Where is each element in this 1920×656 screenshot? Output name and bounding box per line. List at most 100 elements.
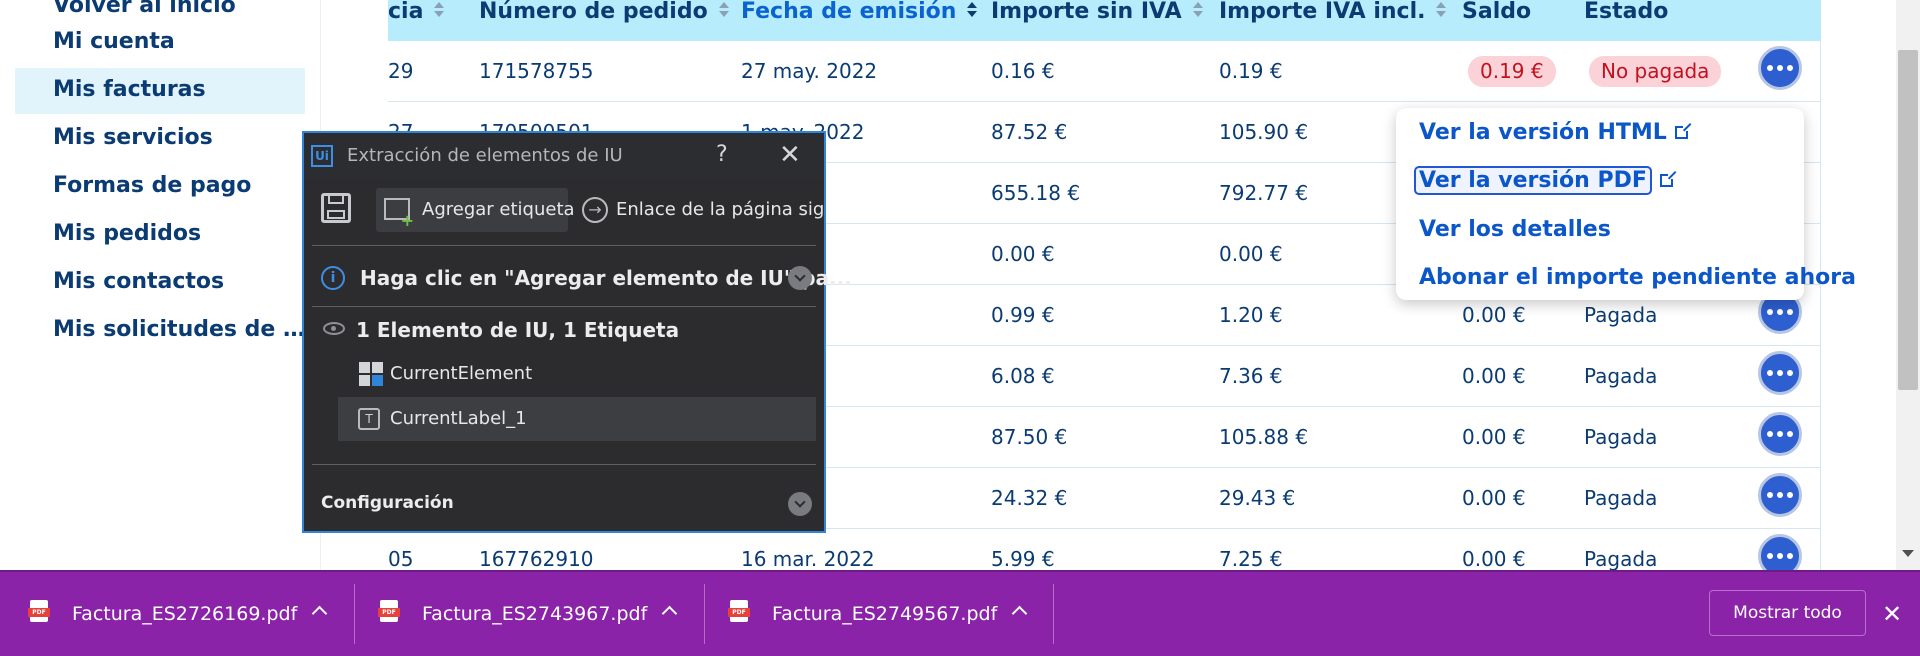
panel-toolbar: Agregar etiqueta → Enlace de la página s… bbox=[304, 179, 824, 241]
cell-amount-excl-vat: 655.18 € bbox=[991, 181, 1081, 205]
cell-reference: 05 bbox=[388, 547, 414, 570]
chevron-up-icon[interactable] bbox=[661, 605, 678, 622]
tree-item-current-label[interactable]: T CurrentLabel_1 bbox=[338, 397, 816, 441]
add-label-icon bbox=[384, 198, 414, 230]
table-row: 05 167762910 16 mar. 2022 5.99 € 7.25 € … bbox=[388, 529, 1821, 570]
row-actions-button[interactable] bbox=[1758, 473, 1802, 517]
cell-amount-incl-vat: 792.77 € bbox=[1219, 181, 1309, 205]
add-label-button[interactable]: Agregar etiqueta bbox=[376, 188, 575, 232]
cell-status: Pagada bbox=[1584, 364, 1658, 388]
external-link-icon bbox=[1659, 171, 1676, 187]
ui-extraction-panel: Ui Extracción de elementos de IU ? ✕ Agr… bbox=[302, 131, 852, 533]
cell-amount-incl-vat: 1.20 € bbox=[1219, 303, 1283, 327]
chevron-down-icon[interactable] bbox=[788, 492, 812, 516]
save-icon[interactable] bbox=[321, 193, 351, 223]
cell-status: Pagada bbox=[1584, 486, 1658, 510]
column-header-issue-date-label: Fecha de emisión bbox=[741, 0, 957, 24]
more-icon bbox=[1767, 65, 1793, 71]
column-header-order-number[interactable]: Número de pedido bbox=[479, 0, 730, 41]
column-header-issue-date[interactable]: Fecha de emisión bbox=[741, 0, 978, 41]
external-link-icon bbox=[1674, 123, 1691, 139]
balance-badge: 0.19 € bbox=[1468, 56, 1556, 87]
cell-balance: 0.00 € bbox=[1462, 364, 1526, 388]
elements-summary: 1 Elemento de IU, 1 Etiqueta bbox=[356, 318, 680, 342]
row-actions-button[interactable] bbox=[1758, 46, 1802, 90]
table-row: 29 171578755 27 may. 2022 0.16 € 0.19 € … bbox=[388, 41, 1821, 102]
more-icon bbox=[1767, 370, 1793, 376]
cell-issue-date: 27 may. 2022 bbox=[741, 59, 878, 83]
cell-balance: 0.00 € bbox=[1462, 547, 1526, 570]
sidebar-item-my-account[interactable]: Mi cuenta bbox=[15, 20, 305, 66]
sort-icon bbox=[433, 0, 445, 20]
cell-amount-excl-vat: 87.50 € bbox=[991, 425, 1068, 449]
help-icon[interactable]: ? bbox=[716, 133, 728, 177]
panel-title: Extracción de elementos de IU bbox=[347, 145, 623, 166]
download-filename: Factura_ES2749567.pdf bbox=[772, 603, 998, 625]
eye-icon[interactable] bbox=[323, 322, 345, 335]
menu-item-view-pdf[interactable]: Ver la versión PDF bbox=[1414, 163, 1676, 199]
cell-amount-excl-vat: 87.52 € bbox=[991, 120, 1068, 144]
sort-icon bbox=[1435, 0, 1447, 20]
next-page-link-button[interactable]: Enlace de la página siguiente bbox=[616, 188, 824, 232]
cell-amount-excl-vat: 24.32 € bbox=[991, 486, 1068, 510]
sidebar: Volver al inicio Mi cuenta Mis facturas … bbox=[0, 0, 321, 570]
cell-order-number: 171578755 bbox=[479, 59, 594, 83]
next-page-link-icon[interactable]: → bbox=[582, 197, 608, 223]
download-item[interactable]: PDF Factura_ES2726169.pdf bbox=[0, 572, 338, 656]
column-header-amount-incl-vat[interactable]: Importe IVA incl. bbox=[1219, 0, 1447, 41]
sidebar-item-my-invoices[interactable]: Mis facturas bbox=[15, 68, 305, 114]
cell-order-number: 167762910 bbox=[479, 547, 594, 570]
download-item[interactable]: PDF Factura_ES2749567.pdf bbox=[700, 572, 1038, 656]
cell-amount-excl-vat: 6.08 € bbox=[991, 364, 1055, 388]
cell-amount-excl-vat: 0.16 € bbox=[991, 59, 1055, 83]
show-all-button[interactable]: Mostrar todo bbox=[1709, 590, 1866, 636]
more-icon bbox=[1767, 492, 1793, 498]
sidebar-item-my-orders[interactable]: Mis pedidos bbox=[15, 212, 305, 258]
more-icon bbox=[1767, 431, 1793, 437]
sidebar-item-payment-methods[interactable]: Formas de pago bbox=[15, 164, 305, 210]
row-actions-menu: Ver la versión HTML Ver la versión PDF V… bbox=[1396, 108, 1856, 300]
table-header: cia Número de pedido Fecha de emisión Im… bbox=[388, 0, 1821, 41]
tree-item-current-element[interactable]: CurrentElement bbox=[338, 352, 816, 396]
column-header-reference-label: cia bbox=[388, 0, 424, 24]
cell-amount-incl-vat: 0.00 € bbox=[1219, 242, 1283, 266]
chevron-up-icon[interactable] bbox=[1011, 605, 1028, 622]
row-actions-button[interactable] bbox=[1758, 412, 1802, 456]
scrollbar-thumb[interactable] bbox=[1898, 50, 1918, 390]
menu-item-view-html-label: Ver la versión HTML bbox=[1419, 120, 1667, 145]
sidebar-item-support-requests[interactable]: Mis solicitudes de asi… bbox=[15, 308, 305, 354]
uipath-logo-icon: Ui bbox=[311, 145, 333, 167]
sort-icon bbox=[718, 0, 730, 20]
menu-item-view-details[interactable]: Ver los detalles bbox=[1419, 212, 1611, 248]
cell-amount-excl-vat: 5.99 € bbox=[991, 547, 1055, 570]
cell-status: Pagada bbox=[1584, 425, 1658, 449]
cell-amount-excl-vat: 0.99 € bbox=[991, 303, 1055, 327]
cell-balance: 0.00 € bbox=[1462, 486, 1526, 510]
row-actions-button[interactable] bbox=[1758, 351, 1802, 395]
panel-title-bar: Ui Extracción de elementos de IU ? ✕ bbox=[304, 133, 824, 179]
menu-item-pay-outstanding[interactable]: Abonar el importe pendiente ahora bbox=[1419, 260, 1856, 296]
sidebar-item-my-contacts[interactable]: Mis contactos bbox=[15, 260, 305, 306]
column-header-amount-excl-vat[interactable]: Importe sin IVA bbox=[991, 0, 1204, 41]
configuration-section[interactable]: Configuración bbox=[321, 485, 454, 521]
chevron-down-icon[interactable] bbox=[788, 266, 812, 290]
cell-balance: 0.00 € bbox=[1462, 425, 1526, 449]
tree-item-label: CurrentElement bbox=[390, 363, 533, 384]
tree-item-label: CurrentLabel_1 bbox=[390, 408, 527, 429]
menu-item-view-html[interactable]: Ver la versión HTML bbox=[1419, 115, 1691, 151]
divider bbox=[1053, 584, 1054, 644]
cell-reference: 29 bbox=[388, 59, 414, 83]
sidebar-item-my-services[interactable]: Mis servicios bbox=[15, 116, 305, 162]
download-bar: PDF Factura_ES2726169.pdf PDF Factura_ES… bbox=[0, 570, 1920, 656]
pdf-file-icon: PDF bbox=[28, 600, 50, 622]
scroll-down-arrow-icon[interactable] bbox=[1902, 550, 1914, 557]
sort-icon bbox=[1192, 0, 1204, 20]
download-item[interactable]: PDF Factura_ES2743967.pdf bbox=[350, 572, 688, 656]
row-actions-button[interactable] bbox=[1758, 534, 1802, 570]
chevron-up-icon[interactable] bbox=[311, 605, 328, 622]
ui-element-icon bbox=[359, 362, 383, 386]
close-icon[interactable]: ✕ bbox=[779, 133, 801, 177]
close-icon[interactable]: ✕ bbox=[1882, 572, 1902, 656]
more-icon bbox=[1767, 553, 1793, 559]
column-header-reference[interactable]: cia bbox=[388, 0, 445, 41]
